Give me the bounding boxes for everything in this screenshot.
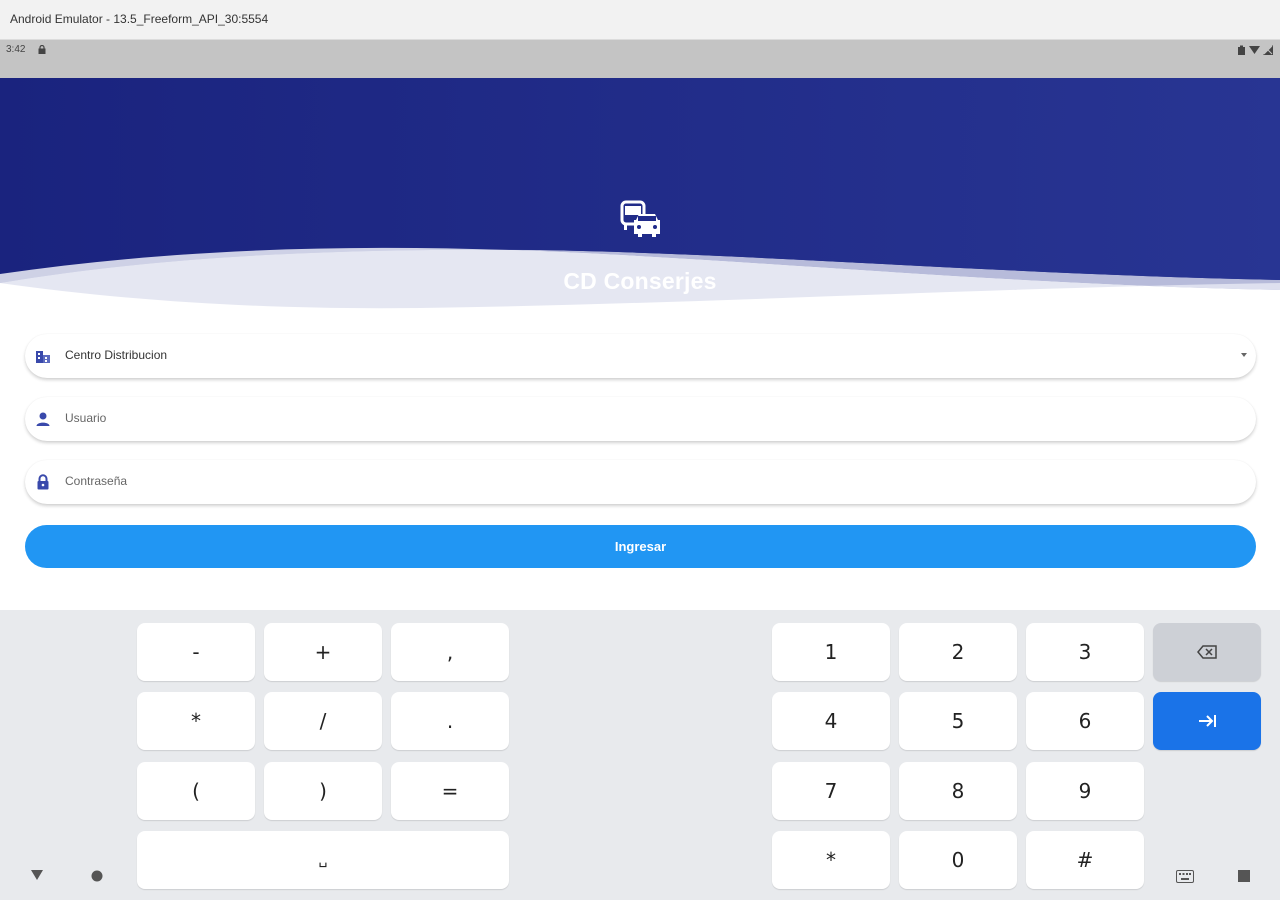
distribution-center-value: Centro Distribucion [65,348,168,362]
status-time: 3:42 [6,44,26,55]
signal-icon [1263,45,1273,55]
numeric-keyboard: - + , * / . ( ) = ␣ 1 2 3 4 5 6 7 8 9 * … [0,610,1280,900]
emulator-title: Android Emulator - 13.5_Freeform_API_30:… [10,12,269,26]
keyboard-switch-icon[interactable] [1176,870,1194,883]
lock-icon [37,474,49,490]
key-7[interactable]: 7 [772,762,890,820]
status-bar: 3:42 [0,40,1280,78]
backspace-icon [1197,645,1217,659]
status-lock-icon [38,45,46,54]
key-star[interactable]: * [772,831,890,889]
key-0[interactable]: 0 [899,831,1017,889]
key-space[interactable]: ␣ [137,831,509,889]
chevron-down-icon [1241,353,1247,357]
key-9[interactable]: 9 [1026,762,1144,820]
key-asterisk[interactable]: * [137,692,255,750]
distribution-center-select[interactable]: Centro Distribucion [25,334,1256,378]
tab-enter-icon [1199,715,1216,727]
key-3[interactable]: 3 [1026,623,1144,681]
key-plus[interactable]: + [264,623,382,681]
key-open-paren[interactable]: ( [137,762,255,820]
key-slash[interactable]: / [264,692,382,750]
wifi-icon [1249,46,1260,54]
person-icon [36,412,50,426]
key-5[interactable]: 5 [899,692,1017,750]
vehicles-icon [620,200,660,237]
hide-keyboard-icon[interactable] [31,870,43,880]
key-period[interactable]: . [391,692,509,750]
key-equals[interactable]: = [391,762,509,820]
key-minus[interactable]: - [137,623,255,681]
key-close-paren[interactable]: ) [264,762,382,820]
backspace-key[interactable] [1153,623,1261,681]
username-placeholder: Usuario [65,411,107,425]
building-icon [36,351,50,363]
home-icon[interactable] [91,870,103,882]
login-button[interactable]: Ingresar [25,525,1256,568]
key-8[interactable]: 8 [899,762,1017,820]
key-hash[interactable]: # [1026,831,1144,889]
key-4[interactable]: 4 [772,692,890,750]
battery-icon [1238,45,1245,55]
recents-icon[interactable] [1238,870,1250,882]
key-2[interactable]: 2 [899,623,1017,681]
password-placeholder: Contraseña [65,474,128,488]
emulator-title-bar: Android Emulator - 13.5_Freeform_API_30:… [0,0,1280,40]
key-comma[interactable]: , [391,623,509,681]
app-title: CD Conserjes [563,268,717,294]
enter-key[interactable] [1153,692,1261,750]
password-field[interactable]: Contraseña [25,460,1256,504]
key-1[interactable]: 1 [772,623,890,681]
key-6[interactable]: 6 [1026,692,1144,750]
app-header: CD Conserjes [0,78,1280,313]
status-icons [1237,44,1274,56]
username-field[interactable]: Usuario [25,397,1256,441]
